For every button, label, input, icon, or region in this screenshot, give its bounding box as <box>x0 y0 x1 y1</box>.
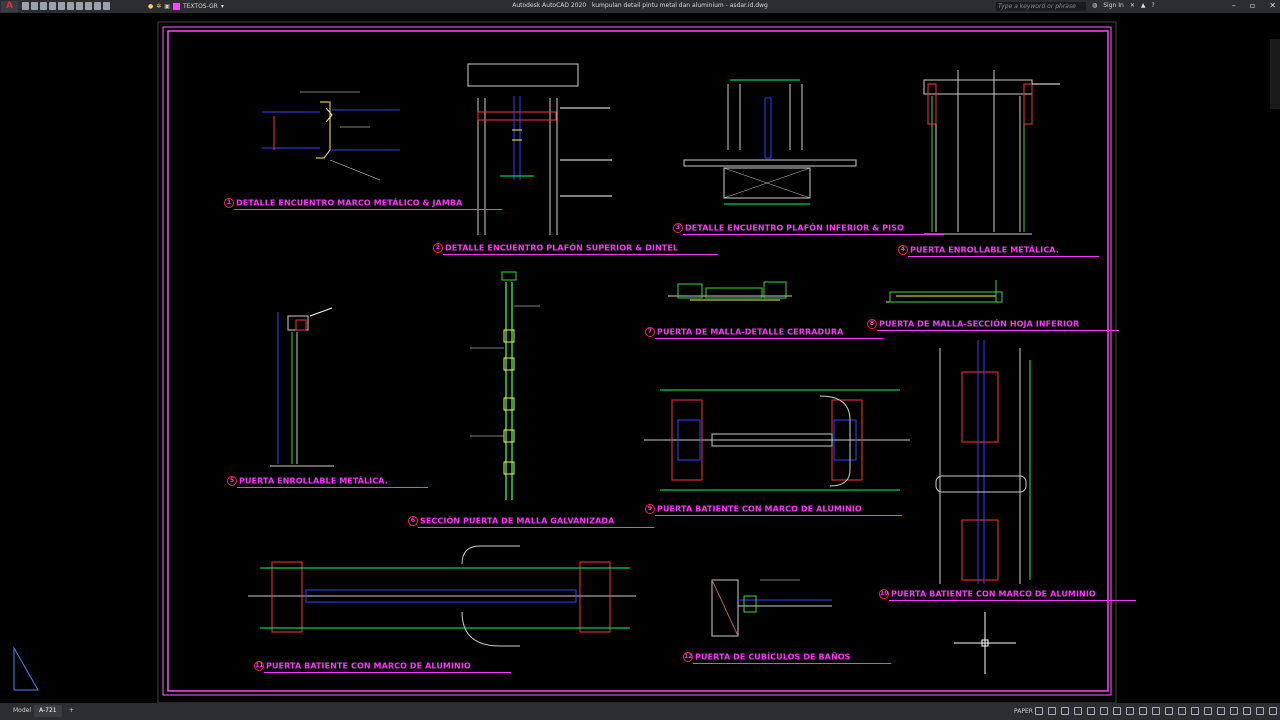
exchange-icon[interactable]: ✕ <box>1130 2 1135 9</box>
search-input[interactable]: Type a keyword or phrase <box>996 2 1086 11</box>
isolate-objects-icon[interactable] <box>1243 707 1251 715</box>
navigation-bar[interactable] <box>1270 39 1280 109</box>
object-snap-icon[interactable] <box>1113 707 1121 715</box>
minimize-icon[interactable]: – <box>1232 1 1236 10</box>
detail-6-title: 6 SECCIÓN PUERTA DE MALLA GALVANIZADA <box>408 516 655 528</box>
annotation-scale-icon[interactable] <box>1165 707 1173 715</box>
lineweight-icon[interactable] <box>1126 707 1134 715</box>
selection-cycling-icon[interactable] <box>1152 707 1160 715</box>
detail-4-title: 4 PUERTA ENROLLABLE METÁLICA. <box>898 245 1099 257</box>
window-title: Autodesk AutoCAD 2020 kumpulan detail pi… <box>512 2 768 9</box>
user-icon[interactable]: ◍ <box>1092 2 1097 9</box>
ucs-icon <box>13 646 39 691</box>
annotation-monitor-icon[interactable] <box>1191 707 1199 715</box>
transparency-icon[interactable] <box>1139 707 1147 715</box>
detail-11-title: 11 PUERTA BATIENTE CON MARCO DE ALUMINIO <box>254 661 511 673</box>
title-bar: A ● ✲ ▣ TEXTOS-GR ▾ Autodesk AutoCAD 202… <box>0 0 1280 13</box>
status-tools <box>1035 707 1280 715</box>
tab-layout-a-721[interactable]: A-721 <box>34 705 62 717</box>
maximize-icon[interactable]: ▫ <box>1250 1 1255 10</box>
hardware-acceleration-icon[interactable] <box>1256 707 1264 715</box>
detail-2-title: 2 DETALLE ENCUENTRO PLAFÓN SUPERIOR & DIN… <box>433 243 719 255</box>
grid-icon[interactable] <box>1035 707 1043 715</box>
drawing-canvas[interactable]: 1 DETALLE ENCUENTRO MARCO METÁLICO & JAMB… <box>0 13 1280 703</box>
detail-5-title: 5 PUERTA ENROLLABLE METÁLICA. <box>227 476 428 488</box>
add-layout-button[interactable]: + <box>64 705 79 717</box>
detail-12-title: 12 PUERTA DE CUBÍCULOS DE BAÑOS <box>683 652 891 664</box>
workspace-icon[interactable] <box>1178 707 1186 715</box>
paper-space-toggle[interactable]: PAPER <box>1014 708 1033 715</box>
tab-model[interactable]: Model <box>8 705 36 717</box>
detail-3-title: 3 DETALLE ENCUENTRO PLAFÓN INFERIOR & PIS… <box>673 223 945 235</box>
units-icon[interactable] <box>1204 707 1212 715</box>
polar-icon[interactable] <box>1074 707 1082 715</box>
detail-1-title: 1 DETALLE ENCUENTRO MARCO METÁLICO & JAMB… <box>224 198 503 210</box>
help-icon[interactable]: ? <box>1151 2 1154 9</box>
autodesk-a360-icon[interactable]: ▲ <box>1141 2 1146 9</box>
status-bar: Model A-721 + PAPER <box>0 703 1280 720</box>
object-snap-tracking-icon[interactable] <box>1100 707 1108 715</box>
isodraft-icon[interactable] <box>1087 707 1095 715</box>
detail-7-title: 7 PUERTA DE MALLA-DETALLE CERRADURA <box>645 327 884 339</box>
quick-properties-icon[interactable] <box>1217 707 1225 715</box>
detail-10-title: 10 PUERTA BATIENTE CON MARCO DE ALUMINIO <box>879 589 1136 601</box>
detail-9-title: 9 PUERTA BATIENTE CON MARCO DE ALUMINIO <box>645 504 902 516</box>
clean-screen-icon[interactable] <box>1269 707 1277 715</box>
snap-icon[interactable] <box>1048 707 1056 715</box>
ortho-icon[interactable] <box>1061 707 1069 715</box>
close-icon[interactable]: ✕ <box>1269 1 1276 10</box>
detail-8-title: 8 PUERTA DE MALLA-SECCIÓN HOJA INFERIOR <box>867 319 1120 331</box>
sign-in-link[interactable]: Sign In <box>1103 2 1124 9</box>
lock-ui-icon[interactable] <box>1230 707 1238 715</box>
